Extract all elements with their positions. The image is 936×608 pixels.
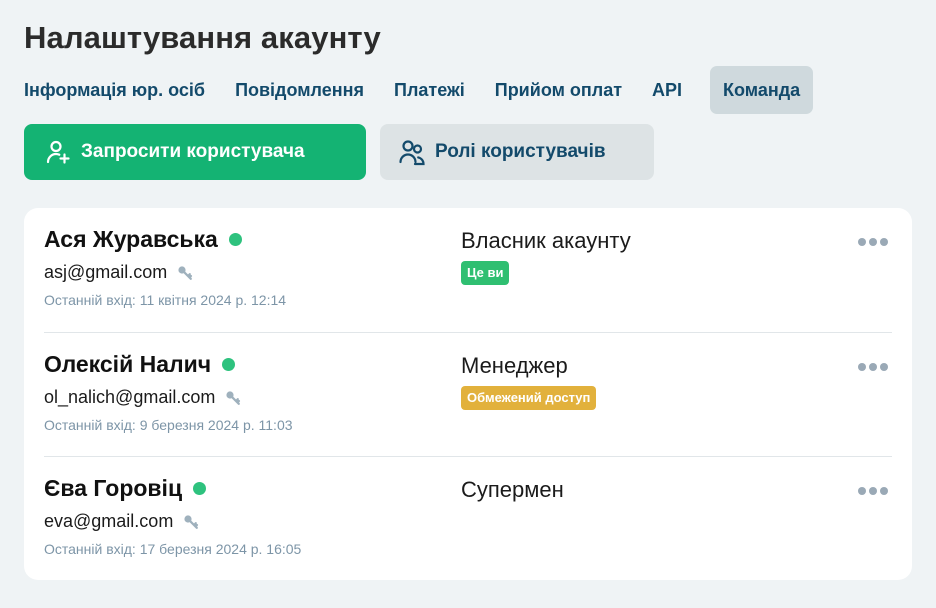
key-icon bbox=[177, 265, 193, 281]
member-role: Власник акаунту bbox=[461, 228, 631, 253]
key-icon bbox=[183, 514, 199, 530]
more-options-icon[interactable] bbox=[853, 361, 890, 373]
you-badge: Це ви bbox=[461, 261, 510, 285]
team-members-list: Ася Журавська asj@gmail.com Останній вхі… bbox=[24, 208, 912, 580]
add-user-icon bbox=[44, 138, 72, 166]
last-login: Останній вхід: 9 березня 2024 р. 11:03 bbox=[44, 417, 293, 433]
users-icon bbox=[398, 138, 426, 166]
tab-api[interactable]: API bbox=[652, 66, 682, 114]
tab-payments[interactable]: Платежі bbox=[394, 66, 465, 114]
member-name: Єва Горовіц bbox=[44, 475, 183, 501]
invite-user-button[interactable]: Запросити користувача bbox=[24, 124, 366, 180]
member-role: Супермен bbox=[461, 477, 564, 502]
key-icon bbox=[225, 390, 241, 406]
page-title: Налаштування акаунту bbox=[24, 20, 381, 55]
member-name: Ася Журавська bbox=[44, 226, 218, 252]
limited-access-badge: Обмежений доступ bbox=[461, 386, 597, 410]
invite-user-label: Запросити користувача bbox=[81, 141, 305, 162]
online-status-dot bbox=[222, 358, 236, 371]
more-options-icon[interactable] bbox=[853, 485, 890, 497]
team-member-row: Єва Горовіц eva@gmail.com Останній вхід:… bbox=[44, 456, 892, 581]
last-login: Останній вхід: 11 квітня 2024 р. 12:14 bbox=[44, 292, 287, 308]
online-status-dot bbox=[228, 233, 242, 246]
member-name: Олексій Налич bbox=[44, 351, 212, 377]
user-roles-button[interactable]: Ролі користувачів bbox=[380, 124, 654, 180]
tab-legal-entities[interactable]: Інформація юр. осіб bbox=[24, 66, 205, 114]
tab-notifications[interactable]: Повідомлення bbox=[235, 66, 364, 114]
member-email: ol_nalich@gmail.com bbox=[44, 387, 216, 407]
team-member-row: Олексій Налич ol_nalich@gmail.com Останн… bbox=[44, 332, 892, 457]
last-login: Останній вхід: 17 березня 2024 р. 16:05 bbox=[44, 541, 302, 557]
tab-accept-payments[interactable]: Прийом оплат bbox=[495, 66, 622, 114]
team-member-row: Ася Журавська asj@gmail.com Останній вхі… bbox=[44, 208, 892, 332]
member-email: asj@gmail.com bbox=[44, 262, 168, 282]
more-options-icon[interactable] bbox=[853, 236, 890, 248]
user-roles-label: Ролі користувачів bbox=[435, 141, 606, 162]
online-status-dot bbox=[193, 482, 207, 495]
tab-team[interactable]: Команда bbox=[710, 66, 814, 114]
settings-tabs: Інформація юр. осіб Повідомлення Платежі… bbox=[24, 66, 843, 114]
member-email: eva@gmail.com bbox=[44, 511, 174, 531]
member-role: Менеджер bbox=[461, 353, 568, 378]
